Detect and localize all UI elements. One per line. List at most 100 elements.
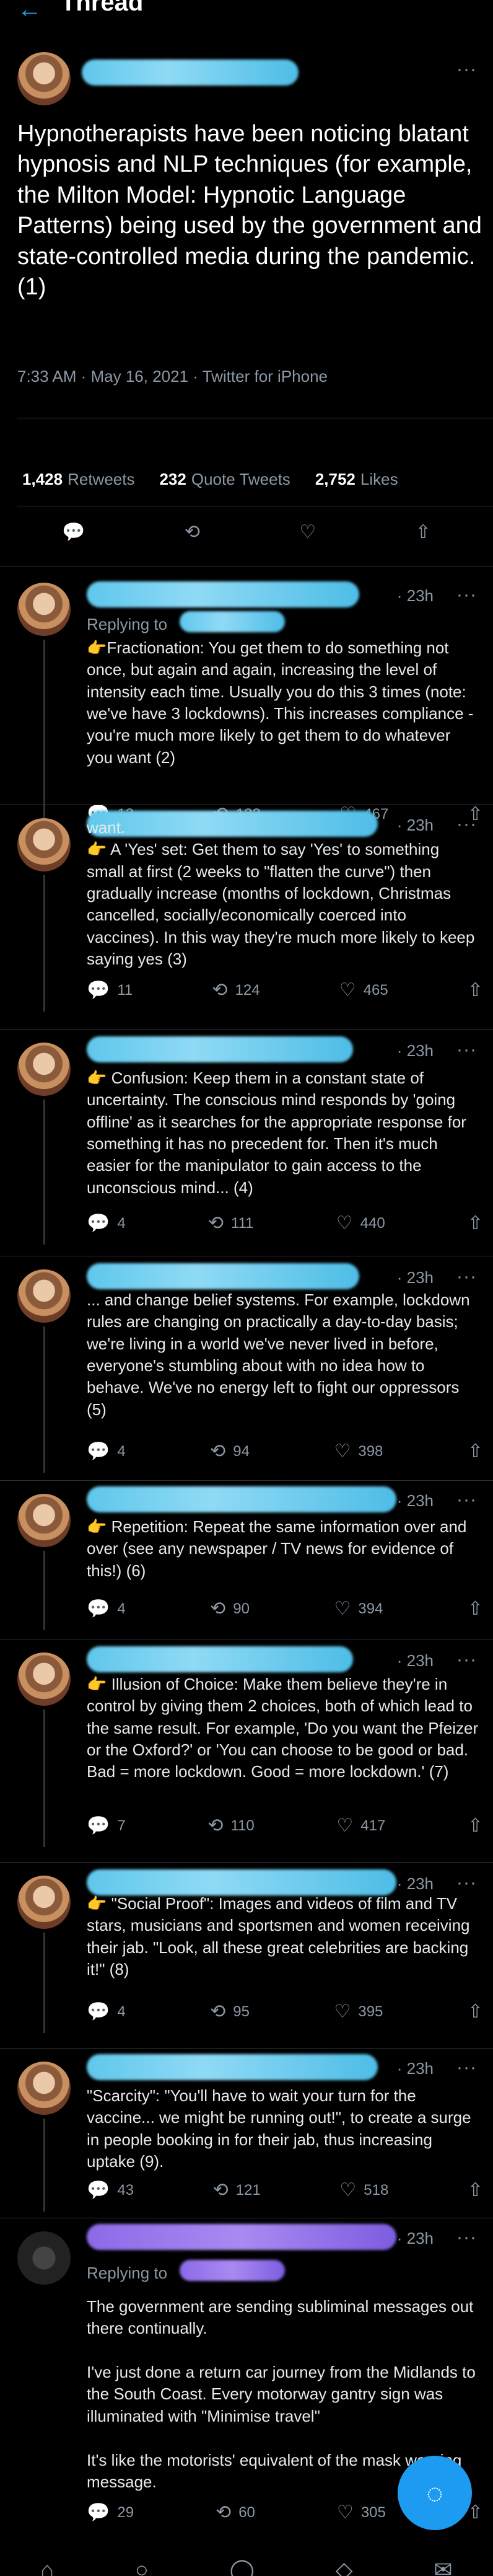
page-title: Thread	[61, 0, 144, 16]
home-icon[interactable]: ⌂	[40, 2559, 54, 2576]
retweet-button[interactable]: ⟲ 95	[210, 2002, 250, 2022]
reply-button[interactable]: 💬 11	[87, 981, 133, 1001]
like-icon: ♡	[334, 1441, 351, 1462]
more-icon[interactable]: ···	[456, 2225, 477, 2251]
reply-tweet[interactable]: · 23h ··· Replying to 👉Fractionation: You g…	[0, 570, 493, 842]
like-count: 398	[358, 1443, 383, 1460]
retweet-button[interactable]: ⟲ 111	[208, 1214, 254, 1234]
avatar[interactable]	[17, 2062, 71, 2115]
retweet-count: 121	[235, 2182, 261, 2199]
like-button[interactable]: ♡ 417	[336, 1816, 385, 1837]
redacted-author-name	[87, 1036, 353, 1062]
reply-tweet[interactable]: · 23h ··· 👉 Illusion of Choice: Make them …	[0, 1640, 493, 1863]
share-button[interactable]: ⇧	[468, 2181, 483, 2201]
share-button[interactable]: ⇧	[468, 1599, 483, 1620]
replying-to: Replying to	[87, 615, 168, 633]
share-button[interactable]: ⇧	[468, 2002, 483, 2022]
reply-tweet[interactable]: · 23h ···... and change belief systems. F…	[0, 1257, 493, 1481]
avatar[interactable]	[17, 2231, 71, 2285]
reply-tweet[interactable]: · 23h ··· 👉 "Social Proof": Images and vid…	[0, 1863, 493, 2049]
reply-button[interactable]: 💬 4	[87, 1214, 126, 1234]
like-button[interactable]: ♡ 440	[336, 1214, 385, 1234]
thread-line	[43, 1933, 45, 2033]
spaces-icon[interactable]: ◯	[230, 2559, 255, 2576]
reply-button[interactable]: 💬 4	[87, 1442, 126, 1462]
share-icon: ⇧	[467, 1815, 483, 1837]
avatar[interactable]	[17, 1652, 71, 1706]
like-button[interactable]: ♡ 394	[334, 1599, 383, 1620]
avatar[interactable]	[17, 818, 71, 871]
tweet-actions: 💬 43 ⟲ 121 ♡ 518 ⇧	[87, 2181, 483, 2201]
reply-button[interactable]: 💬 29	[87, 2503, 134, 2523]
thread-line	[43, 1326, 45, 1473]
like-count: 518	[364, 2182, 389, 2199]
retweet-icon: ⟲	[212, 2180, 229, 2201]
quotes-stat[interactable]: 232 Quote Tweets	[159, 469, 290, 490]
more-icon[interactable]: ···	[456, 2055, 477, 2081]
avatar[interactable]	[17, 1494, 71, 1547]
retweet-button[interactable]: ⟲ 94	[210, 1442, 250, 1462]
retweet-button[interactable]: ⟲ 90	[210, 1599, 250, 1620]
tweet-text: 👉 Repetition: Repeat the same informatio…	[87, 1517, 467, 1580]
like-button[interactable]: ♡ 398	[334, 1442, 383, 1462]
like-icon[interactable]: ♡	[299, 523, 316, 542]
share-icon: ⇧	[467, 2180, 483, 2201]
share-button[interactable]: ⇧	[468, 1816, 483, 1837]
reply-button[interactable]: 💬 43	[87, 2181, 134, 2201]
avatar[interactable]	[17, 1269, 71, 1323]
avatar[interactable]	[17, 583, 71, 636]
retweet-button[interactable]: ⟲ 124	[212, 981, 260, 1001]
search-icon[interactable]: ○	[135, 2559, 149, 2576]
compose-button[interactable]: ◌	[398, 2456, 472, 2530]
more-icon[interactable]: ···	[456, 1871, 477, 1896]
reply-tweet[interactable]: · 23h ··· "Scarcity": "You'll have to wait…	[0, 2049, 493, 2218]
retweet-button[interactable]: ⟲ 110	[207, 1816, 254, 1837]
more-icon[interactable]: ···	[456, 583, 477, 608]
retweet-icon[interactable]: ⟲	[185, 523, 200, 542]
share-button[interactable]: ⇧	[468, 1214, 483, 1234]
retweet-count: 111	[231, 1215, 254, 1232]
retweet-button[interactable]: ⟲ 60	[216, 2503, 255, 2523]
likes-stat[interactable]: 2,752 Likes	[315, 469, 398, 490]
thread-line	[43, 1100, 45, 1245]
replying-to: Replying to	[87, 2264, 168, 2282]
like-button[interactable]: ♡ 465	[339, 981, 388, 1001]
like-button[interactable]: ♡ 395	[334, 2002, 383, 2022]
thread-line	[43, 2119, 45, 2212]
reply-tweet[interactable]: · 23h ··· want. 👉 A 'Yes' set: Get them to…	[0, 806, 493, 1030]
tweet-text: "Scarcity": "You'll have to wait your tu…	[87, 2086, 471, 2171]
avatar[interactable]	[17, 1043, 71, 1096]
more-icon[interactable]: ···	[456, 1647, 477, 1673]
tweet-time: · 23h	[396, 586, 434, 605]
tweet-actions: 💬 11 ⟲ 124 ♡ 465 ⇧	[87, 981, 483, 1001]
notifications-icon[interactable]: ◇	[336, 2559, 353, 2576]
reply-tweet[interactable]: · 23h ··· 👉 Confusion: Keep them in a cons…	[0, 1030, 493, 1256]
reply-button[interactable]: 💬 4	[87, 1599, 126, 1620]
like-button[interactable]: ♡ 305	[337, 2503, 386, 2523]
avatar[interactable]	[17, 1876, 71, 1929]
retweet-button[interactable]: ⟲ 121	[213, 2181, 261, 2201]
divider	[0, 2048, 493, 2049]
retweets-stat[interactable]: 1,428 Retweets	[22, 469, 134, 490]
avatar[interactable]	[17, 52, 71, 105]
reply-tweet[interactable]: · 23h ··· 👉 Repetition: Repeat the same in…	[0, 1481, 493, 1639]
messages-icon[interactable]: ✉	[434, 2559, 452, 2576]
share-icon[interactable]: ⇧	[416, 523, 431, 542]
more-icon[interactable]: ···	[456, 1488, 477, 1513]
more-icon[interactable]: ···	[456, 57, 477, 82]
reply-icon[interactable]: 💬	[62, 523, 85, 542]
share-button[interactable]: ⇧	[468, 981, 483, 1001]
share-button[interactable]: ⇧	[468, 1442, 483, 1462]
reply-button[interactable]: 💬 7	[87, 1816, 126, 1837]
more-icon[interactable]: ···	[456, 1264, 477, 1290]
like-icon: ♡	[336, 1815, 354, 1837]
divider	[0, 1862, 493, 1863]
retweet-count: 60	[238, 2504, 255, 2521]
more-icon[interactable]: ···	[456, 1038, 477, 1063]
share-button[interactable]: ⇧	[468, 2503, 483, 2523]
tweet-text: 👉Fractionation: You get them to do somet…	[87, 638, 474, 767]
like-button[interactable]: ♡ 518	[339, 2181, 388, 2201]
reply-button[interactable]: 💬 4	[87, 2002, 126, 2022]
reply-icon: 💬	[87, 1441, 110, 1462]
tweet-actions: 💬 4 ⟲ 111 ♡ 440 ⇧	[87, 1214, 483, 1234]
